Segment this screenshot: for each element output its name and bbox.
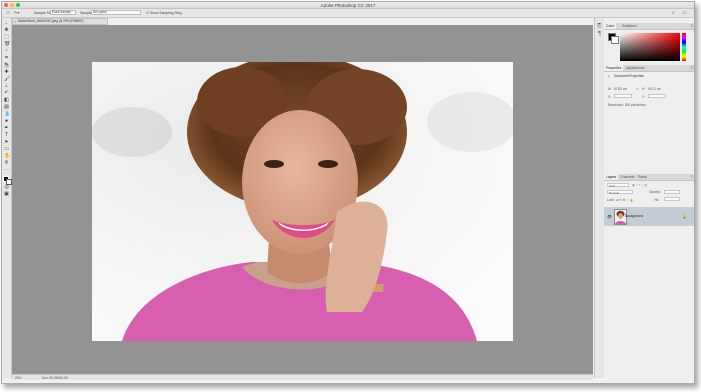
more-tools-icon[interactable]: ⋯ <box>4 168 9 173</box>
properties-panel-tabs: Properties Adjustments ≡ <box>604 65 694 72</box>
bg-color-chip[interactable] <box>611 36 619 44</box>
link-icon[interactable]: ∞ <box>636 87 638 91</box>
pen-tool-icon[interactable]: ✒ <box>4 126 9 131</box>
toolbar-collapse-icon[interactable]: » <box>4 21 9 26</box>
canvas-area[interactable] <box>12 25 593 374</box>
portrait-photo <box>92 62 513 341</box>
layer-visibility-eye-icon[interactable]: 👁 <box>607 214 612 219</box>
history-brush-tool-icon[interactable]: ↶ <box>4 91 9 96</box>
properties-section-title: Document Properties <box>614 74 644 78</box>
sample-select[interactable]: All Layers <box>91 10 141 15</box>
eyedropper-preset-icon[interactable]: ✎▾ <box>14 10 19 16</box>
resolution-text: Resolution: 300 pixels/inch <box>608 103 646 107</box>
photoshop-window: Adobe Photoshop CC 2017 ⌂ ✎▾ Sample Size… <box>1 1 695 384</box>
eraser-tool-icon[interactable]: ◧ <box>4 98 9 103</box>
blend-mode-select[interactable]: Normal <box>607 190 633 195</box>
zoom-tool-icon[interactable]: ⚲ <box>4 161 9 166</box>
height-label: H: <box>642 87 646 91</box>
character-panel-icon[interactable]: ¶ <box>597 32 602 37</box>
kind-filter-label: Kind <box>609 183 616 188</box>
color-field[interactable] <box>620 33 680 61</box>
options-bar: ⌂ ✎▾ Sample Size: Point Sample Sample: A… <box>2 9 694 18</box>
tab-adjustments[interactable]: Adjustments <box>624 65 647 71</box>
sample-size-value: Point Sample <box>52 10 71 14</box>
search-icon[interactable]: ⌕ <box>672 10 675 16</box>
y-field[interactable] <box>648 94 666 98</box>
height-value[interactable]: 45.21 cm <box>648 87 661 91</box>
lasso-tool-icon[interactable]: ➰ <box>4 42 10 47</box>
layers-panel-tabs: Layers Channels Paths ≡ <box>604 174 694 181</box>
width-value[interactable]: 67.83 cm <box>614 87 627 91</box>
sample-size-select[interactable]: Point Sample <box>50 10 76 15</box>
quick-mask-icon[interactable]: ◎ <box>4 185 9 190</box>
layer-row[interactable]: 👁 Background 🔒 <box>604 207 694 226</box>
hue-slider[interactable] <box>682 33 686 61</box>
blend-mode-value: Normal <box>609 190 619 195</box>
home-icon[interactable]: ⌂ <box>6 10 10 16</box>
layers-panel-menu-icon[interactable]: ≡ <box>691 174 693 180</box>
brush-tool-icon[interactable]: 🖌 <box>4 77 10 82</box>
document-tab-title: AdobeStock_84400010.jpeg @ 25% (RGB/8*) <box>18 19 84 23</box>
app-title: Adobe Photoshop CC 2017 <box>320 2 376 8</box>
layer-lock-icon: 🔒 <box>682 214 687 219</box>
document-info[interactable]: Doc: 50.2M/50.2M <box>42 376 68 380</box>
quick-selection-tool-icon[interactable]: ⁘ <box>4 49 9 54</box>
close-tab-icon[interactable]: × <box>14 19 16 24</box>
tab-color[interactable]: Color <box>604 23 617 29</box>
zoom-level[interactable]: 25% <box>15 376 21 380</box>
rectangle-tool-icon[interactable]: ▭ <box>4 147 9 152</box>
tools-panel: » ✥ ⬚ ➰ ⁘ ⌗ ✎ ✚ 🖌 ⊥ ↶ ◧ ▤ 💧 ● ✒ T ➤ ▭ ✋ … <box>2 18 12 378</box>
status-bar: 25% Doc: 50.2M/50.2M <box>12 374 593 380</box>
lock-icons[interactable]: ⊞ ✎ ✥ ⬚ 🔒 <box>616 198 633 202</box>
gradient-tool-icon[interactable]: ▤ <box>4 105 9 110</box>
type-tool-icon[interactable]: T <box>4 133 9 138</box>
tab-layers[interactable]: Layers <box>604 174 619 180</box>
history-panel-icon[interactable]: ⎘ <box>597 24 602 29</box>
opacity-label: Opacity: <box>649 190 661 194</box>
lock-label: Lock: <box>607 198 615 202</box>
dodge-tool-icon[interactable]: ● <box>4 119 9 124</box>
path-selection-tool-icon[interactable]: ➤ <box>4 140 9 145</box>
title-bar: Adobe Photoshop CC 2017 <box>2 2 694 9</box>
color-panel-menu-icon[interactable]: ≡ <box>691 23 693 29</box>
blur-tool-icon[interactable]: 💧 <box>4 112 10 117</box>
properties-panel-menu-icon[interactable]: ≡ <box>691 65 693 71</box>
fill-label: Fill: <box>654 198 659 202</box>
panels-dock: Color Swatches ≡ Properties Adjustments … <box>604 18 694 378</box>
color-panel-tabs: Color Swatches ≡ <box>604 23 694 30</box>
x-field[interactable] <box>614 94 632 98</box>
hand-tool-icon[interactable]: ✋ <box>4 154 10 159</box>
x-label: X: <box>608 95 612 99</box>
show-sampling-ring-label: Show Sampling Ring <box>149 10 182 15</box>
layer-name[interactable]: Background <box>625 214 643 218</box>
eyedropper-tool-icon[interactable]: ✎ <box>4 63 9 68</box>
marquee-tool-icon[interactable]: ⬚ <box>4 35 9 40</box>
document-tab[interactable]: × AdobeStock_84400010.jpeg @ 25% (RGB/8*… <box>12 18 108 25</box>
document-properties-icon: ▯ <box>608 74 610 78</box>
layer-filter-icons[interactable]: ▣ ◐ T ⬚ ▤ <box>632 183 647 187</box>
clone-stamp-tool-icon[interactable]: ⊥ <box>4 84 9 89</box>
layer-kind-filter[interactable]: Kind <box>607 183 629 188</box>
screen-mode-icon[interactable]: ▣ <box>4 192 9 197</box>
crop-tool-icon[interactable]: ⌗ <box>4 56 9 61</box>
move-tool-icon[interactable]: ✥ <box>4 28 9 33</box>
fill-field[interactable] <box>664 197 680 201</box>
healing-brush-tool-icon[interactable]: ✚ <box>4 70 9 75</box>
sample-value: All Layers <box>93 10 107 14</box>
tab-swatches[interactable]: Swatches <box>620 23 639 29</box>
tab-paths[interactable]: Paths <box>636 174 649 180</box>
document-image[interactable] <box>92 62 513 341</box>
y-label: Y: <box>642 95 645 99</box>
tab-channels[interactable]: Channels <box>618 174 636 180</box>
workspace-icon[interactable]: ▭ <box>682 10 687 16</box>
tab-properties[interactable]: Properties <box>604 65 624 71</box>
show-sampling-ring-checkbox[interactable]: ☑ Show Sampling Ring <box>146 11 181 15</box>
opacity-field[interactable] <box>664 190 680 194</box>
width-label: W: <box>608 87 612 91</box>
